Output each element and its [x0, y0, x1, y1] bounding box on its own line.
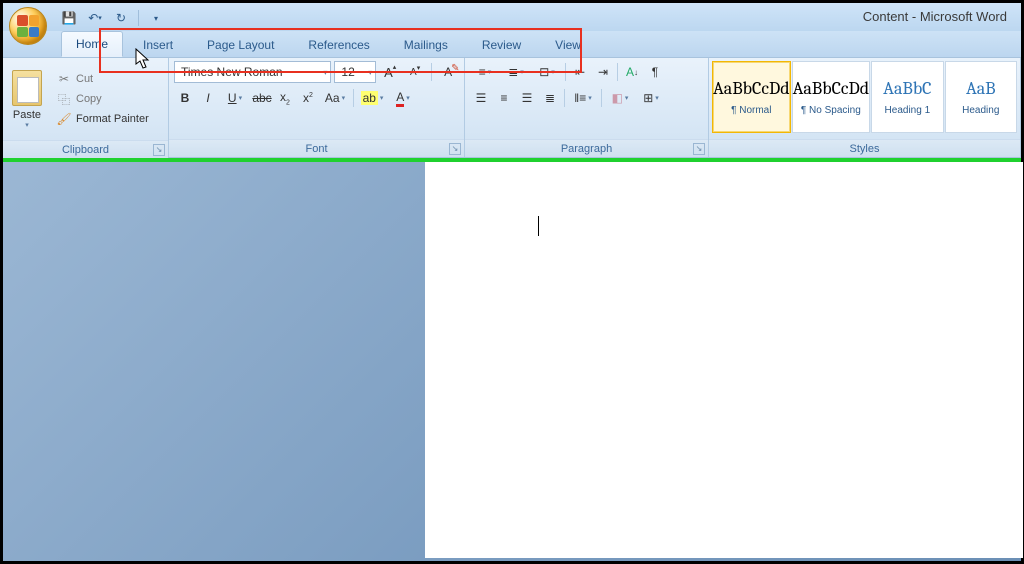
tab-mailings[interactable]: Mailings	[390, 33, 462, 57]
group-label-paragraph: Paragraph↘	[465, 139, 708, 157]
subscript-button[interactable]: x2	[274, 87, 296, 109]
paragraph-dialog-launcher[interactable]: ↘	[693, 143, 705, 155]
tab-insert[interactable]: Insert	[129, 33, 187, 57]
justify-button[interactable]: ≣	[539, 87, 561, 109]
document-page[interactable]	[425, 162, 1023, 558]
style-item-3[interactable]: AaB Heading	[945, 61, 1017, 133]
style-preview: AaBbCcDd	[713, 78, 790, 99]
change-case-button[interactable]: Aa▾	[320, 87, 350, 109]
format-painter-button[interactable]: 🖌 Format Painter	[52, 110, 153, 128]
tab-view[interactable]: View	[541, 33, 595, 57]
style-name: ¶ Normal	[731, 105, 771, 116]
style-item-0[interactable]: AaBbCcDd ¶ Normal	[712, 61, 791, 133]
paste-button[interactable]: Paste ▾	[6, 61, 48, 137]
cut-label: Cut	[76, 73, 93, 85]
decrease-indent-button[interactable]: ⇤	[569, 61, 591, 83]
style-name: Heading 1	[885, 105, 931, 116]
font-name-combo[interactable]: Times New Roman▾	[174, 61, 331, 83]
style-preview: AaBbCcDd	[793, 78, 870, 99]
clear-formatting-button[interactable]: A✎	[437, 61, 459, 83]
style-preview: AaB	[966, 78, 996, 99]
borders-button[interactable]: ⊞▾	[636, 87, 666, 109]
underline-button[interactable]: U▾	[220, 87, 250, 109]
align-left-button[interactable]: ☰	[470, 87, 492, 109]
bold-button[interactable]: B	[174, 87, 196, 109]
paste-label: Paste	[13, 109, 41, 121]
group-styles: AaBbCcDd¶ NormalAaBbCcDd¶ No SpacingAaBb…	[709, 58, 1021, 157]
italic-button[interactable]: I	[197, 87, 219, 109]
window-title: Content - Microsoft Word	[863, 9, 1007, 24]
align-right-button[interactable]: ☰	[516, 87, 538, 109]
group-font: Times New Roman▾ 12▾ A▴ A▾ A✎ B I U▾ abc…	[169, 58, 465, 157]
qat-customize-icon[interactable]: ▾	[145, 8, 167, 28]
highlight-button[interactable]: ab▾	[357, 87, 387, 109]
tab-home[interactable]: Home	[61, 31, 123, 57]
align-center-button[interactable]: ≡	[493, 87, 515, 109]
shrink-font-button[interactable]: A▾	[404, 61, 426, 83]
font-size-combo[interactable]: 12▾	[334, 61, 376, 83]
numbering-button[interactable]: ≣▾	[501, 61, 531, 83]
style-item-1[interactable]: AaBbCcDd ¶ No Spacing	[792, 61, 871, 133]
shading-button[interactable]: ◧▾	[605, 87, 635, 109]
title-bar: 💾 ↶▾ ↻ ▾ Content - Microsoft Word	[3, 3, 1021, 31]
copy-icon: ⿻	[56, 92, 72, 106]
tab-page-layout[interactable]: Page Layout	[193, 33, 288, 57]
copy-label: Copy	[76, 93, 102, 105]
group-label-clipboard: Clipboard↘	[3, 140, 168, 158]
scissors-icon: ✂	[56, 72, 72, 86]
format-painter-label: Format Painter	[76, 113, 149, 125]
cut-button[interactable]: ✂ Cut	[52, 70, 153, 88]
office-button[interactable]	[9, 7, 47, 45]
style-name: Heading	[962, 105, 999, 116]
brush-icon: 🖌	[56, 112, 72, 126]
clipboard-dialog-launcher[interactable]: ↘	[153, 144, 165, 156]
style-name: ¶ No Spacing	[801, 105, 861, 116]
redo-icon[interactable]: ↻	[110, 8, 132, 28]
text-caret	[538, 216, 539, 236]
save-icon[interactable]: 💾	[58, 8, 80, 28]
sort-button[interactable]: A↓	[621, 61, 643, 83]
superscript-button[interactable]: x2	[297, 87, 319, 109]
style-preview: AaBbC	[883, 78, 931, 99]
group-label-font: Font↘	[169, 139, 464, 157]
ribbon-tabs: Home Insert Page Layout References Maili…	[3, 31, 1021, 58]
document-background	[3, 162, 1021, 561]
tab-references[interactable]: References	[294, 33, 383, 57]
group-clipboard: Paste ▾ ✂ Cut ⿻ Copy 🖌 Format Painter Clipb…	[3, 58, 169, 157]
copy-button[interactable]: ⿻ Copy	[52, 90, 153, 108]
multilevel-list-button[interactable]: ⊟▾	[532, 61, 562, 83]
group-paragraph: ≡▾ ≣▾ ⊟▾ ⇤ ⇥ A↓ ¶ ☰ ≡ ☰ ≣ ‖≡▾ ◧▾ ⊞▾	[465, 58, 709, 157]
strikethrough-button[interactable]: abc	[251, 87, 273, 109]
paste-icon	[12, 70, 42, 106]
increase-indent-button[interactable]: ⇥	[592, 61, 614, 83]
font-color-button[interactable]: A▾	[388, 87, 418, 109]
quick-access-toolbar: 💾 ↶▾ ↻ ▾	[58, 8, 167, 28]
undo-icon[interactable]: ↶▾	[84, 8, 106, 28]
style-item-2[interactable]: AaBbC Heading 1	[871, 61, 943, 133]
line-spacing-button[interactable]: ‖≡▾	[568, 87, 598, 109]
font-dialog-launcher[interactable]: ↘	[449, 143, 461, 155]
tab-review[interactable]: Review	[468, 33, 535, 57]
bullets-button[interactable]: ≡▾	[470, 61, 500, 83]
show-marks-button[interactable]: ¶	[644, 61, 666, 83]
ribbon: Paste ▾ ✂ Cut ⿻ Copy 🖌 Format Painter Clipb…	[3, 58, 1021, 158]
grow-font-button[interactable]: A▴	[379, 61, 401, 83]
group-label-styles: Styles	[709, 139, 1020, 157]
